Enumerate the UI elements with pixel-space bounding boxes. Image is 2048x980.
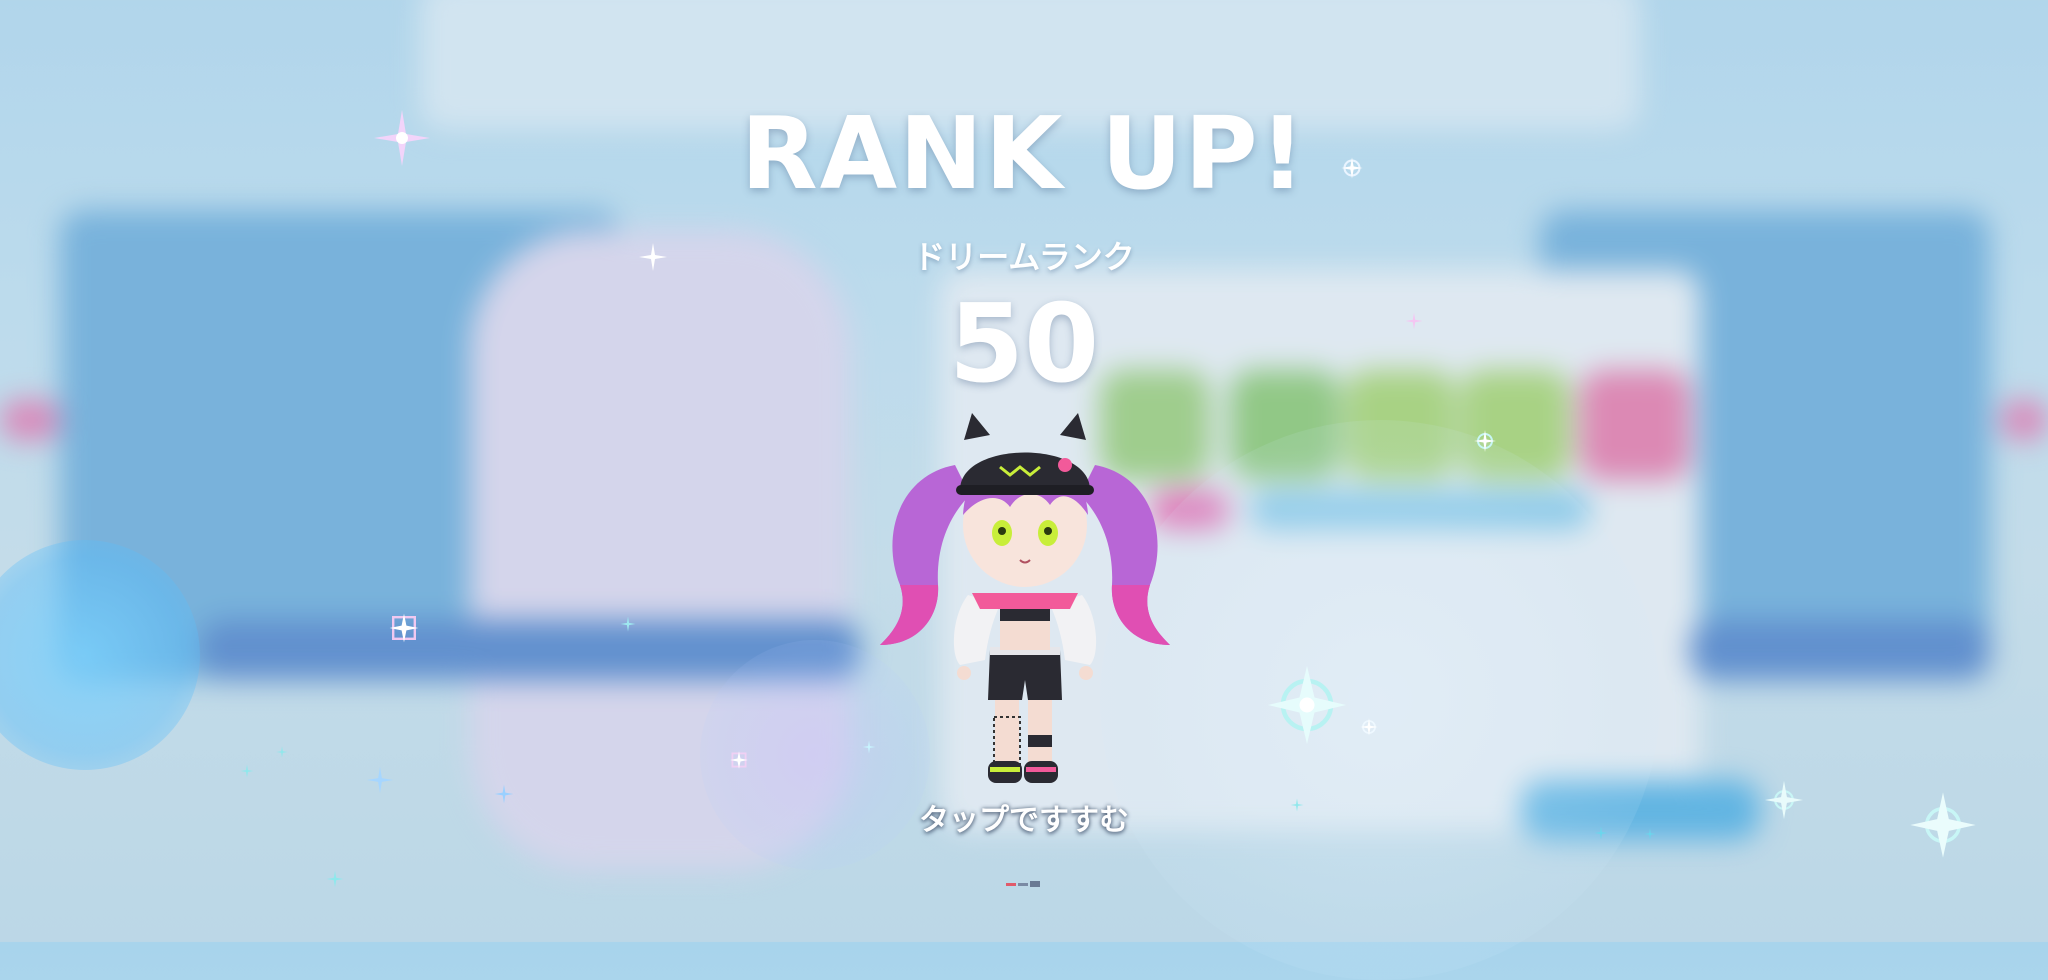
- sparkle-icon: [240, 764, 254, 778]
- sparkle-icon: [389, 613, 419, 643]
- page-indicator-dots: [1006, 881, 1040, 887]
- sparkle-icon: [620, 616, 636, 632]
- sparkle-icon: [1474, 430, 1496, 452]
- rank-up-title: RANK UP!: [740, 95, 1308, 212]
- tap-to-continue-prompt[interactable]: タップですすむ: [0, 795, 2048, 839]
- rank-label: ドリームランク: [913, 238, 1135, 276]
- sparkle-icon: [730, 751, 748, 769]
- sparkle-icon: [366, 766, 394, 794]
- chibi-character: [880, 413, 1170, 783]
- sparkle-icon: [1360, 718, 1378, 736]
- sparkle-icon: [1268, 666, 1346, 744]
- rank-value: 50: [948, 282, 1100, 407]
- sparkle-icon: [326, 870, 344, 888]
- sparkle-icon: [276, 746, 288, 758]
